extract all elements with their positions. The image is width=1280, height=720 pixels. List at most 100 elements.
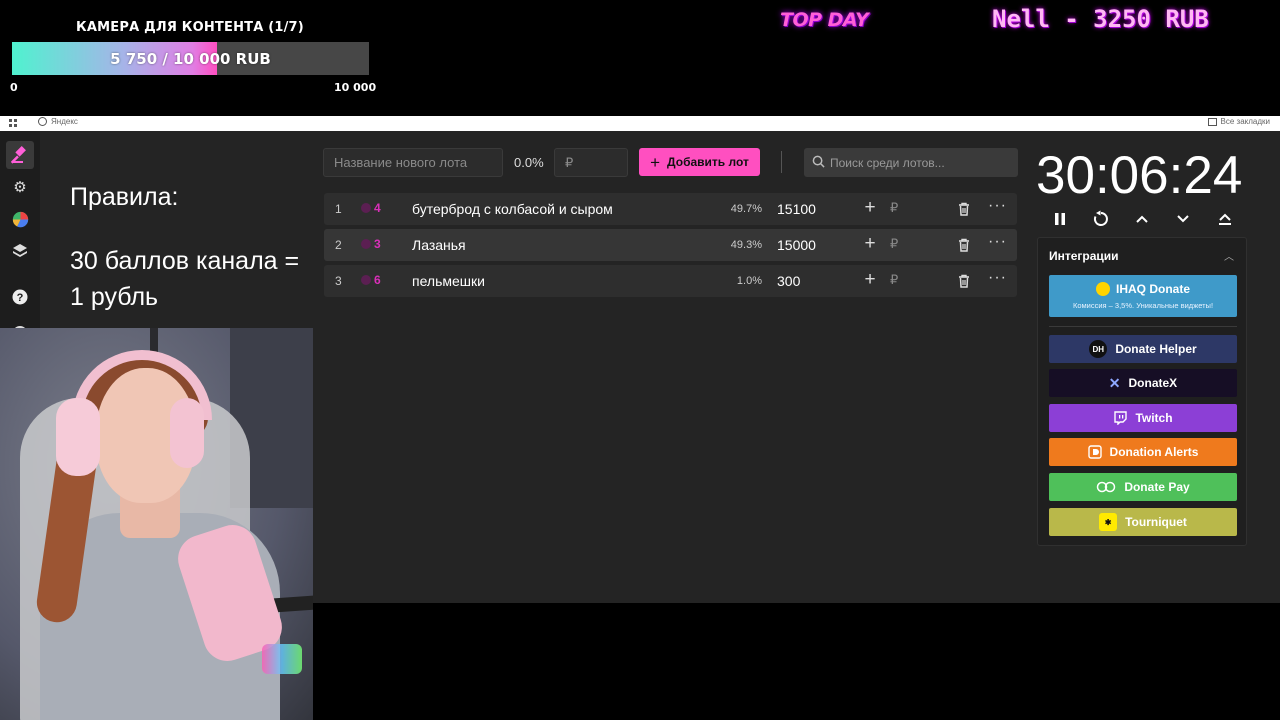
rules-title: Правила: [70, 183, 179, 211]
lot-name[interactable]: Лазанья [412, 237, 466, 253]
integration-button-tourniquet[interactable]: ✱ Tourniquet [1049, 508, 1237, 536]
integration-button-donate-pay[interactable]: Donate Pay [1049, 473, 1237, 501]
lot-amount[interactable]: 300 [777, 273, 800, 289]
lot-row[interactable]: 2 3 Лазанья 49.3% 15000 + ₽ ··· [324, 229, 1017, 261]
rules-text: 30 баллов канала = 1 рубль [70, 247, 300, 311]
add-amount-button[interactable]: + [860, 197, 880, 219]
folder-icon [1207, 117, 1217, 126]
more-icon[interactable]: ··· [988, 197, 1007, 215]
integrations-title: Интеграции [1049, 249, 1119, 263]
layers-icon [13, 244, 27, 257]
new-lot-name-input[interactable] [323, 148, 503, 177]
top-donor-label: Nell - 3250 RUB [992, 5, 1209, 33]
collapse-icon[interactable]: ︿ [1224, 248, 1234, 263]
more-icon[interactable]: ··· [988, 233, 1007, 251]
bookmark-yandex-label: Яндекс [51, 117, 78, 126]
integration-button-donatex[interactable]: ✕ DonateX [1049, 369, 1237, 397]
sidebar-item-stats[interactable] [6, 205, 34, 233]
rules-panel: Правила: 30 баллов канала = 1 рубль [70, 179, 310, 315]
lot-index: 1 [335, 202, 342, 216]
integrations-divider [1049, 326, 1237, 327]
bookmark-yandex[interactable]: Яндекс [38, 117, 78, 126]
stream-screen: КАМЕРА ДЛЯ КОНТЕНТА (1/7) 5 750 / 10 000… [0, 0, 1280, 720]
chevron-down-icon [1177, 215, 1189, 223]
timer-double-increase-button[interactable] [1213, 207, 1237, 231]
rub-input[interactable]: ₽ [890, 272, 898, 288]
goal-min-label: 0 [10, 81, 18, 94]
search-input[interactable] [830, 148, 1016, 177]
pause-button[interactable] [1048, 207, 1072, 231]
lot-index: 2 [335, 238, 342, 252]
toolbar-divider [781, 151, 782, 173]
lot-row[interactable]: 3 6 пельмешки 1.0% 300 + ₽ ··· [324, 265, 1017, 297]
integration-label: Twitch [1135, 411, 1173, 425]
goal-progress-text: 5 750 / 10 000 RUB [110, 49, 271, 68]
delete-lot-button[interactable] [956, 201, 972, 217]
ihaq-subtitle: Комиссия – 3,5%. Уникальные виджеты! [1072, 301, 1214, 310]
help-icon: ? [12, 289, 28, 305]
lot-amount[interactable]: 15000 [777, 237, 816, 253]
gavel-icon [11, 146, 26, 164]
lot-row[interactable]: 1 4 бутерброд с колбасой и сыром 49.7% 15100… [324, 193, 1017, 225]
plus-icon: + [650, 152, 661, 172]
integrations-panel: Интеграции ︿ IHAQ Donate Комиссия – 3,5%… [1037, 237, 1247, 546]
integration-label: Donate Helper [1115, 342, 1197, 356]
vote-icon [361, 203, 371, 213]
yandex-icon [38, 117, 47, 126]
lot-percent: 1.0% [736, 275, 762, 287]
lot-name[interactable]: бутерброд с колбасой и сыром [412, 201, 613, 217]
all-bookmarks[interactable]: Все закладки [1207, 117, 1270, 126]
rub-input[interactable]: ₽ [890, 236, 898, 252]
goal-max-label: 10 000 [334, 81, 377, 94]
lot-votes: 4 [361, 201, 381, 215]
search-icon [812, 155, 825, 168]
chevron-up-icon [1136, 215, 1148, 223]
sidebar-item-layers[interactable] [6, 237, 34, 265]
reset-timer-button[interactable] [1089, 207, 1113, 231]
delete-lot-button[interactable] [956, 237, 972, 253]
vote-icon [361, 275, 371, 285]
gear-icon: ⚙ [13, 179, 27, 196]
add-lot-button[interactable]: + Добавить лот [639, 148, 760, 176]
integration-button-donate-helper[interactable]: DH Donate Helper [1049, 335, 1237, 363]
restart-icon [1093, 210, 1108, 226]
svg-text:?: ? [17, 292, 24, 304]
integration-button-twitch[interactable]: Twitch [1049, 404, 1237, 432]
timer-increase-button[interactable] [1130, 207, 1154, 231]
rub-input[interactable]: ₽ [890, 200, 898, 216]
ihaq-donate-button[interactable]: IHAQ Donate Комиссия – 3,5%. Уникальные … [1049, 275, 1237, 317]
sidebar-item-settings[interactable]: ⚙ [6, 173, 34, 201]
integration-button-donation-alerts[interactable]: Donation Alerts [1049, 438, 1237, 466]
lot-votes: 3 [361, 237, 381, 251]
lot-name[interactable]: пельмешки [412, 273, 485, 289]
vote-icon [361, 239, 371, 249]
add-amount-button[interactable]: + [860, 233, 880, 255]
integration-label: Donate Pay [1124, 480, 1190, 494]
lot-index: 3 [335, 274, 342, 288]
donatepay-icon [1096, 481, 1116, 493]
lot-search[interactable] [804, 148, 1018, 177]
timer-decrease-button[interactable] [1171, 207, 1195, 231]
integration-label: Donation Alerts [1109, 445, 1199, 459]
add-amount-button[interactable]: + [860, 269, 880, 291]
donatex-icon: ✕ [1108, 374, 1121, 391]
lot-amount[interactable]: 15100 [777, 201, 816, 217]
chevron-up-bar-icon [1219, 213, 1231, 225]
more-icon[interactable]: ··· [988, 269, 1007, 287]
auction-timer: 30:06:24 [1036, 146, 1243, 205]
sidebar-item-auction[interactable] [6, 141, 34, 169]
lot-votes-count: 6 [374, 273, 381, 287]
ihaq-icon [1095, 282, 1110, 296]
ihaq-label: IHAQ Donate [1115, 282, 1190, 296]
top-day-label: TOP DAY [780, 9, 869, 31]
new-lot-amount-input[interactable] [554, 148, 628, 177]
tourniquet-icon: ✱ [1099, 513, 1118, 531]
browser-bookmarks-bar: Яндекс Все закладки [0, 116, 1280, 131]
integration-label: DonateX [1128, 376, 1178, 390]
apps-grid-icon[interactable] [9, 119, 18, 128]
lot-percent: 49.3% [730, 239, 762, 251]
donationalerts-icon [1087, 445, 1102, 459]
delete-lot-button[interactable] [956, 273, 972, 289]
goal-progress-bar: 5 750 / 10 000 RUB [12, 42, 369, 75]
sidebar-item-help[interactable]: ? [6, 283, 34, 311]
